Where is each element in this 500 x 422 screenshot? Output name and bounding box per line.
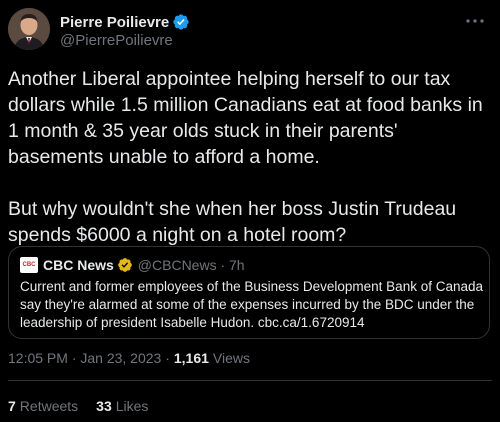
divider bbox=[8, 380, 492, 381]
views-count: 1,161 bbox=[173, 350, 209, 366]
more-options-icon[interactable] bbox=[464, 10, 486, 32]
author-handle[interactable]: @PierrePoilievre bbox=[60, 32, 173, 49]
tweet: Pierre Poilievre @PierrePoilievre Anothe… bbox=[0, 0, 500, 422]
retweets-count: 7 bbox=[8, 398, 16, 414]
retweets-stat[interactable]: 7 Retweets bbox=[8, 398, 78, 414]
tweet-stats: 7 Retweets 33 Likes bbox=[8, 398, 166, 414]
quoted-tweet-header: CBC CBC News @CBCNews · 7h bbox=[20, 257, 245, 273]
author-display-name[interactable]: Pierre Poilievre bbox=[60, 14, 169, 31]
quoted-tweet[interactable]: CBC CBC News @CBCNews · 7h Current and f… bbox=[8, 246, 490, 339]
tweet-text: Another Liberal appointee helping hersel… bbox=[8, 68, 483, 246]
avatar-image bbox=[8, 8, 50, 50]
quoted-author-handle-time: @CBCNews · 7h bbox=[137, 257, 245, 273]
verified-gold-badge-icon bbox=[117, 257, 133, 273]
author-name-row[interactable]: Pierre Poilievre bbox=[60, 12, 190, 32]
cbc-logo-text: CBC bbox=[22, 262, 36, 268]
cbc-logo-icon: CBC bbox=[20, 257, 38, 273]
quoted-tweet-text: Current and former employees of the Busi… bbox=[20, 279, 484, 330]
likes-stat[interactable]: 33 Likes bbox=[96, 398, 148, 414]
tweet-timestamp[interactable]: 12:05 PM · Jan 23, 2023 · bbox=[8, 350, 170, 366]
avatar[interactable] bbox=[8, 8, 50, 50]
retweets-label: Retweets bbox=[19, 398, 79, 414]
verified-badge-icon bbox=[172, 13, 190, 31]
views-label: Views bbox=[212, 350, 251, 366]
likes-label: Likes bbox=[115, 398, 149, 414]
tweet-meta: 12:05 PM · Jan 23, 2023 · 1,161 Views bbox=[8, 350, 250, 366]
quoted-author-name: CBC News bbox=[43, 257, 114, 273]
likes-count: 33 bbox=[96, 398, 112, 414]
